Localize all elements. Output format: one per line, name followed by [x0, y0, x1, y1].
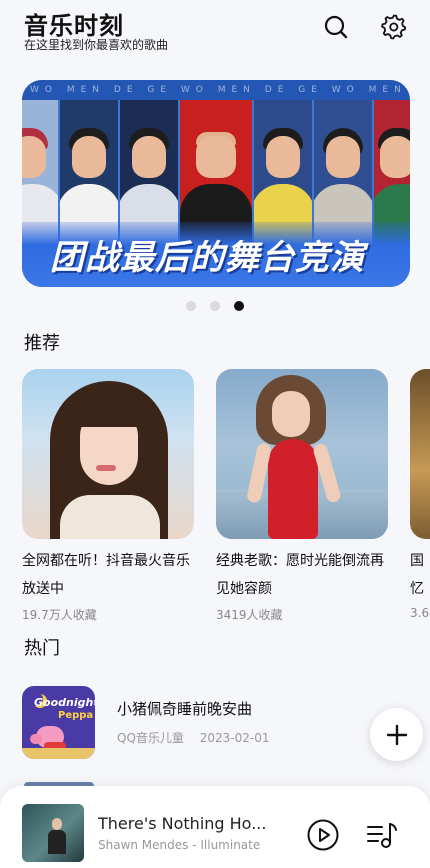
- settings-button[interactable]: [378, 11, 410, 43]
- card-favorites: 19.7万人收藏: [22, 608, 97, 622]
- song-cover-text-2: Peppa: [58, 710, 94, 721]
- song-source: QQ音乐儿童: [117, 731, 184, 745]
- recommend-card[interactable]: 国忆 3.6: [410, 369, 430, 620]
- playlist-cover-image: [22, 369, 194, 539]
- add-button[interactable]: [370, 708, 423, 761]
- now-playing-title: There's Nothing Ho...: [98, 814, 267, 833]
- search-button[interactable]: [320, 11, 352, 43]
- recommend-section-title: 推荐: [24, 333, 60, 354]
- banner-carousel[interactable]: WO MEN DE GE WO MEN DE GE WO MEN DE GE: [22, 80, 410, 287]
- gear-icon: [381, 14, 407, 40]
- song-title: 小猪佩奇睡前晚安曲: [117, 700, 253, 718]
- playlist-cover-image: [216, 369, 388, 539]
- app-subtitle: 在这里找到你最喜欢的歌曲: [24, 38, 169, 52]
- banner-caption: 团战最后的舞台竞演: [50, 238, 365, 278]
- banner-caption-box: 团战最后的舞台竞演: [22, 222, 410, 287]
- plus-icon: [386, 724, 407, 745]
- card-title: 国忆: [410, 553, 424, 597]
- header: 音乐时刻 在这里找到你最喜欢的歌曲: [0, 0, 430, 64]
- song-cover-text-1: Goodnight: [34, 696, 95, 709]
- card-title: 全网都在听！抖音最火音乐放送中: [22, 553, 190, 597]
- carousel-dot-active[interactable]: [234, 301, 244, 311]
- now-playing-bar[interactable]: There's Nothing Ho... Shawn Mendes - Ill…: [0, 786, 430, 868]
- play-button[interactable]: [306, 818, 340, 852]
- playlist-icon: [367, 823, 397, 848]
- carousel-dot[interactable]: [210, 301, 220, 311]
- hot-song-row[interactable]: Goodnight Peppa 小猪佩奇睡前晚安曲 QQ音乐儿童 2023-02…: [22, 686, 322, 759]
- carousel-dot[interactable]: [186, 301, 196, 311]
- now-playing-artist: Shawn Mendes - Illuminate: [98, 838, 261, 852]
- song-meta: QQ音乐儿童 2023-02-01: [117, 729, 281, 746]
- hot-section-title: 热门: [24, 638, 60, 659]
- card-favorites: 3.6: [410, 606, 430, 620]
- recommend-card[interactable]: 经典老歌：愿时光能倒流再见她容颜 3419人收藏: [216, 369, 388, 623]
- song-date: 2023-02-01: [199, 731, 270, 745]
- play-icon: [307, 819, 339, 851]
- banner-strip-text: WO MEN DE GE WO MEN DE GE WO MEN DE GE: [22, 80, 410, 100]
- playlist-button[interactable]: [365, 819, 399, 851]
- card-favorites: 3419人收藏: [216, 608, 283, 622]
- search-icon: [324, 15, 348, 39]
- carousel-dots: [186, 301, 244, 311]
- album-cover: [22, 804, 84, 862]
- recommend-card[interactable]: 全网都在听！抖音最火音乐放送中 19.7万人收藏: [22, 369, 194, 623]
- song-cover-image: Goodnight Peppa: [22, 686, 95, 759]
- card-title: 经典老歌：愿时光能倒流再见她容颜: [216, 553, 384, 597]
- playlist-cover-image: [410, 369, 430, 539]
